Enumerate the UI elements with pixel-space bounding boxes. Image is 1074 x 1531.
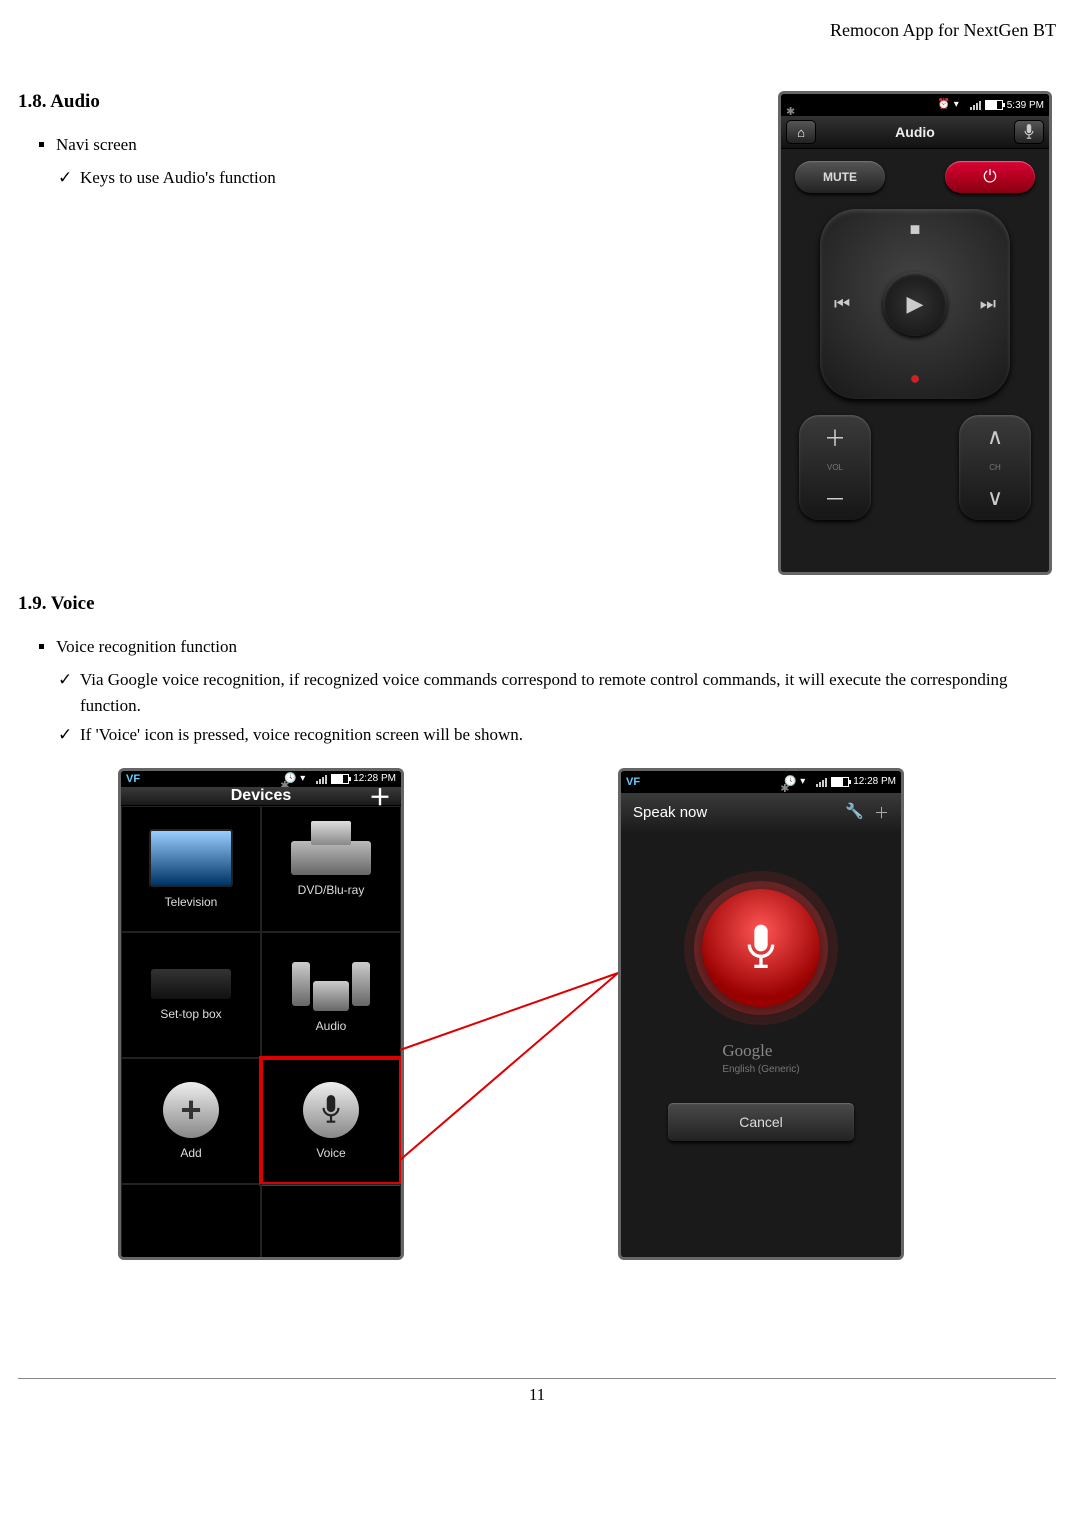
voice-heading: 1.9. Voice [18, 593, 1056, 615]
audio-heading: 1.8. Audio [18, 91, 758, 113]
dvd-icon [291, 841, 371, 875]
signal-icon [816, 777, 827, 787]
channel-rocker: ∧ CH ∨ [959, 415, 1031, 520]
voice-bullet: Voice recognition function [56, 637, 1056, 657]
wifi-icon: ▾ [800, 776, 812, 788]
screen-title: Devices [231, 787, 292, 805]
audio-subbullet: Keys to use Audio's function [80, 165, 758, 191]
doc-header: Remocon App for NextGen BT [18, 20, 1056, 41]
mute-button[interactable]: MUTE [795, 161, 885, 193]
devices-titlebar: Devices ＋ [121, 787, 401, 806]
page-footer: 11 [18, 1378, 1056, 1405]
speak-titlebar: Speak now 🔧 ＋ [621, 793, 901, 833]
home-button[interactable]: ⌂ [786, 120, 816, 144]
add-button[interactable]: ＋ [874, 802, 889, 823]
status-time: 5:39 PM [1007, 100, 1044, 111]
audio-icon [291, 957, 371, 1011]
battery-icon [831, 777, 849, 787]
record-button[interactable]: ● [910, 368, 921, 389]
volume-rocker: ＋ VOL － [799, 415, 871, 520]
signal-icon [970, 100, 981, 110]
wifi-icon: ▾ [300, 773, 312, 785]
device-label: Voice [316, 1146, 345, 1160]
empty-cell [121, 1184, 261, 1260]
prev-button[interactable]: ⏮ [834, 294, 850, 315]
battery-icon [331, 774, 349, 784]
alarm-icon: ⏰ [938, 99, 950, 111]
empty-cell [261, 1184, 401, 1260]
devices-screenshot: VF 🕓 ▾ 12:28 PM Devices ＋ Television DVD… [118, 768, 404, 1260]
next-button[interactable]: ⏭ [980, 294, 996, 315]
device-label: Add [180, 1146, 201, 1160]
language-label: English (Generic) [722, 1064, 799, 1075]
ch-down-button[interactable]: ∨ [959, 476, 1031, 520]
ch-label: CH [989, 459, 1001, 476]
screen-title: Audio [895, 124, 935, 140]
vol-label: VOL [827, 459, 843, 476]
status-bar: ⏰ ▾ 5:39 PM [781, 94, 1049, 116]
status-bar: VF 🕓 ▾ 12:28 PM [121, 771, 401, 787]
device-television[interactable]: Television [121, 806, 261, 932]
add-icon: + [163, 1082, 219, 1138]
screen-title: Speak now [633, 804, 707, 821]
vol-up-button[interactable]: ＋ [799, 415, 871, 459]
voice-sub1: Via Google voice recognition, if recogni… [80, 667, 1056, 718]
power-button[interactable]: ⏻ [945, 161, 1035, 193]
status-bar: VF 🕓 ▾ 12:28 PM [621, 771, 901, 793]
google-label: Google [722, 1041, 772, 1060]
audio-bullet: Navi screen [56, 135, 758, 155]
wifi-icon: ▾ [954, 99, 966, 111]
carrier-icon: VF [626, 776, 640, 788]
tv-icon [149, 829, 233, 887]
device-audio[interactable]: Audio [261, 932, 401, 1058]
listening-indicator [702, 889, 820, 1007]
voice-sub2: If 'Voice' icon is pressed, voice recogn… [80, 722, 1056, 748]
device-add[interactable]: + Add [121, 1058, 261, 1184]
device-label: Audio [316, 1019, 347, 1033]
battery-icon [985, 100, 1003, 110]
cancel-button[interactable]: Cancel [668, 1103, 854, 1141]
transport-pad: ■ ⏮ ▶ ⏭ ● [820, 209, 1010, 399]
stop-button[interactable]: ■ [910, 219, 921, 240]
speaknow-screenshot: VF 🕓 ▾ 12:28 PM Speak now 🔧 ＋ [618, 768, 904, 1260]
ch-up-button[interactable]: ∧ [959, 415, 1031, 459]
mic-icon [303, 1082, 359, 1138]
audio-titlebar: ⌂ Audio [781, 116, 1049, 149]
device-label: Set-top box [160, 1007, 221, 1021]
audio-remote-screenshot: ⏰ ▾ 5:39 PM ⌂ Audio MUTE ⏻ [778, 91, 1052, 575]
page-number: 11 [529, 1385, 545, 1404]
signal-icon [316, 774, 327, 784]
stb-icon [151, 969, 231, 999]
section-audio: 1.8. Audio Navi screen Keys to use Audio… [18, 91, 1056, 575]
status-time: 12:28 PM [853, 776, 896, 787]
device-voice[interactable]: Voice [261, 1058, 401, 1184]
mic-icon [1022, 123, 1036, 141]
vol-down-button[interactable]: － [799, 476, 871, 520]
carrier-icon: VF [126, 773, 140, 785]
voice-button[interactable] [1014, 120, 1044, 144]
google-branding: Google English (Generic) [722, 1041, 799, 1075]
device-dvd[interactable]: DVD/Blu-ray [261, 806, 401, 932]
voice-figure: VF 🕓 ▾ 12:28 PM Devices ＋ Television DVD… [18, 768, 1056, 1268]
device-settopbox[interactable]: Set-top box [121, 932, 261, 1058]
device-label: Television [165, 895, 218, 909]
device-label: DVD/Blu-ray [298, 883, 365, 897]
settings-icon[interactable]: 🔧 [845, 802, 864, 823]
play-button[interactable]: ▶ [883, 272, 947, 336]
mic-icon [741, 920, 781, 976]
